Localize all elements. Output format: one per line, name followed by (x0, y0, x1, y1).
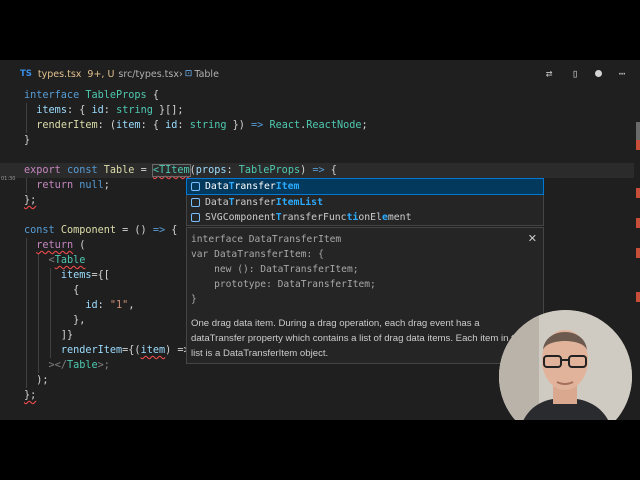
code-line: }, (73, 315, 86, 326)
suggest-widget[interactable]: DataTransferItem DataTransferItemList SV… (186, 178, 544, 226)
documentation-text: One drag data item. During a drag operat… (191, 318, 525, 359)
breadcrumb-filename[interactable]: types.tsx (38, 69, 82, 80)
code-line: }; (24, 195, 37, 206)
letterbox-bottom (0, 420, 640, 480)
code-line-current: export const Table = <TItem(props: Table… (0, 163, 634, 178)
variable-icon (191, 213, 200, 222)
variable-icon (191, 198, 200, 207)
split-editor-icon[interactable]: ▯ (569, 66, 581, 80)
ruler-error-mark (636, 188, 640, 198)
suggestion-item[interactable]: DataTransferItem (186, 178, 544, 195)
code-line: items={[ (60, 270, 110, 281)
ruler-error-mark (636, 140, 640, 150)
ruler-error-mark (636, 292, 640, 302)
editor-actions: ⇄ ▯ ⋯ (543, 66, 628, 80)
code-line: renderItem: (item: { id: string }) => Re… (36, 120, 368, 131)
breadcrumb-path[interactable]: src/types.tsx (118, 69, 179, 80)
ruler-error-mark (636, 248, 640, 258)
code-line: const Component = () => { (24, 225, 178, 236)
code-line: renderItem={(item) => (60, 345, 190, 356)
suggestion-item[interactable]: SVGComponentTransferFunctionElement (187, 210, 543, 225)
variable-icon (191, 182, 200, 191)
suggestion-item[interactable]: DataTransferItemList (187, 195, 543, 210)
code-line: { (73, 285, 80, 296)
compare-changes-icon[interactable]: ⇄ (543, 66, 555, 80)
unsaved-dot-icon[interactable] (595, 69, 602, 77)
ruler-error-mark (636, 218, 640, 228)
code-line: ]} (60, 330, 74, 341)
breadcrumb-separator: › (178, 68, 183, 80)
code-line: id: "1", (85, 300, 135, 311)
typescript-file-icon: TS (20, 69, 32, 79)
close-icon[interactable]: ✕ (528, 232, 537, 245)
type-signature: interface DataTransferItem var DataTrans… (191, 234, 376, 305)
code-editor[interactable]: TS types.tsx 9+, U src/types.tsx › ⊡ Tab… (0, 60, 640, 420)
code-line: items: { id: string }[]; (36, 105, 184, 116)
symbol-icon: ⊡ (184, 69, 193, 79)
breadcrumb-symbol[interactable]: Table (194, 69, 219, 80)
code-line: return null; (36, 180, 110, 191)
code-line: } (24, 135, 31, 146)
problems-badge: 9+, U (87, 68, 115, 80)
code-line: }; (24, 390, 37, 401)
letterbox-top (0, 0, 640, 60)
typed-generic: <TItem (151, 164, 191, 177)
code-line: ); (36, 375, 49, 386)
suggestion-details: interface DataTransferItem var DataTrans… (186, 227, 544, 364)
more-actions-icon[interactable]: ⋯ (616, 66, 628, 80)
code-line: ></Table>; (48, 360, 110, 371)
code-line: <Table (48, 255, 86, 266)
timestamp: 01:30 (1, 176, 16, 182)
code-line: return ( (36, 240, 86, 251)
overview-ruler[interactable] (634, 60, 640, 420)
code-line: interface TableProps { (24, 90, 159, 101)
